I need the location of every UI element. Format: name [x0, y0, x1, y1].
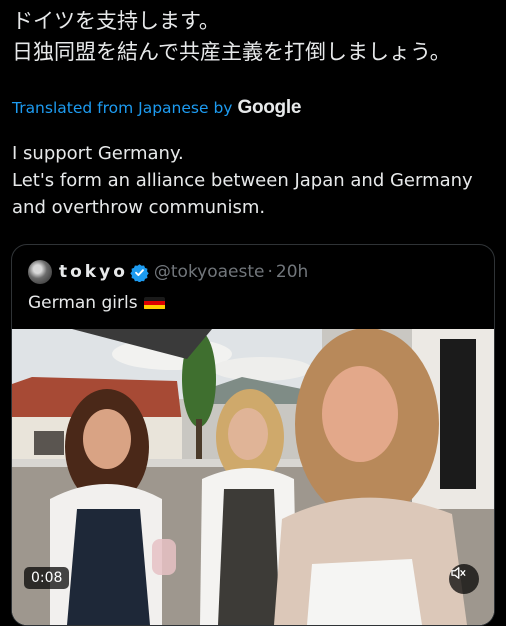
header-separator: · — [267, 262, 273, 282]
quoted-post-header: tokyo @tokyoaeste · 20h — [28, 259, 308, 285]
post-original-text: ドイツを支持します。 日独同盟を結んで共産主義を打倒しましょう。 — [12, 9, 451, 64]
quoted-handle[interactable]: @tokyoaeste — [154, 262, 265, 282]
quoted-post-text: German girls — [28, 293, 138, 313]
germany-flag-icon — [143, 296, 165, 310]
quoted-timestamp[interactable]: 20h — [276, 262, 308, 282]
quoted-display-name[interactable]: tokyo — [59, 262, 128, 282]
translation-attribution[interactable]: Translated from Japanese by Google — [12, 96, 301, 120]
video-frame — [12, 329, 494, 625]
quoted-post-card[interactable]: tokyo @tokyoaeste · 20h German girls 0:0… — [11, 244, 495, 626]
post-translated-text: I support Germany. Let's form an allianc… — [12, 143, 473, 218]
verified-badge-icon — [130, 263, 149, 282]
video-player[interactable]: 0:08 — [12, 329, 494, 625]
avatar[interactable] — [28, 260, 52, 284]
video-duration: 0:08 — [24, 567, 70, 589]
google-logo: Google — [237, 97, 302, 118]
translation-label: Translated from Japanese by — [12, 99, 233, 117]
mute-button[interactable] — [449, 564, 479, 594]
quoted-post-text-row: German girls — [28, 293, 165, 313]
